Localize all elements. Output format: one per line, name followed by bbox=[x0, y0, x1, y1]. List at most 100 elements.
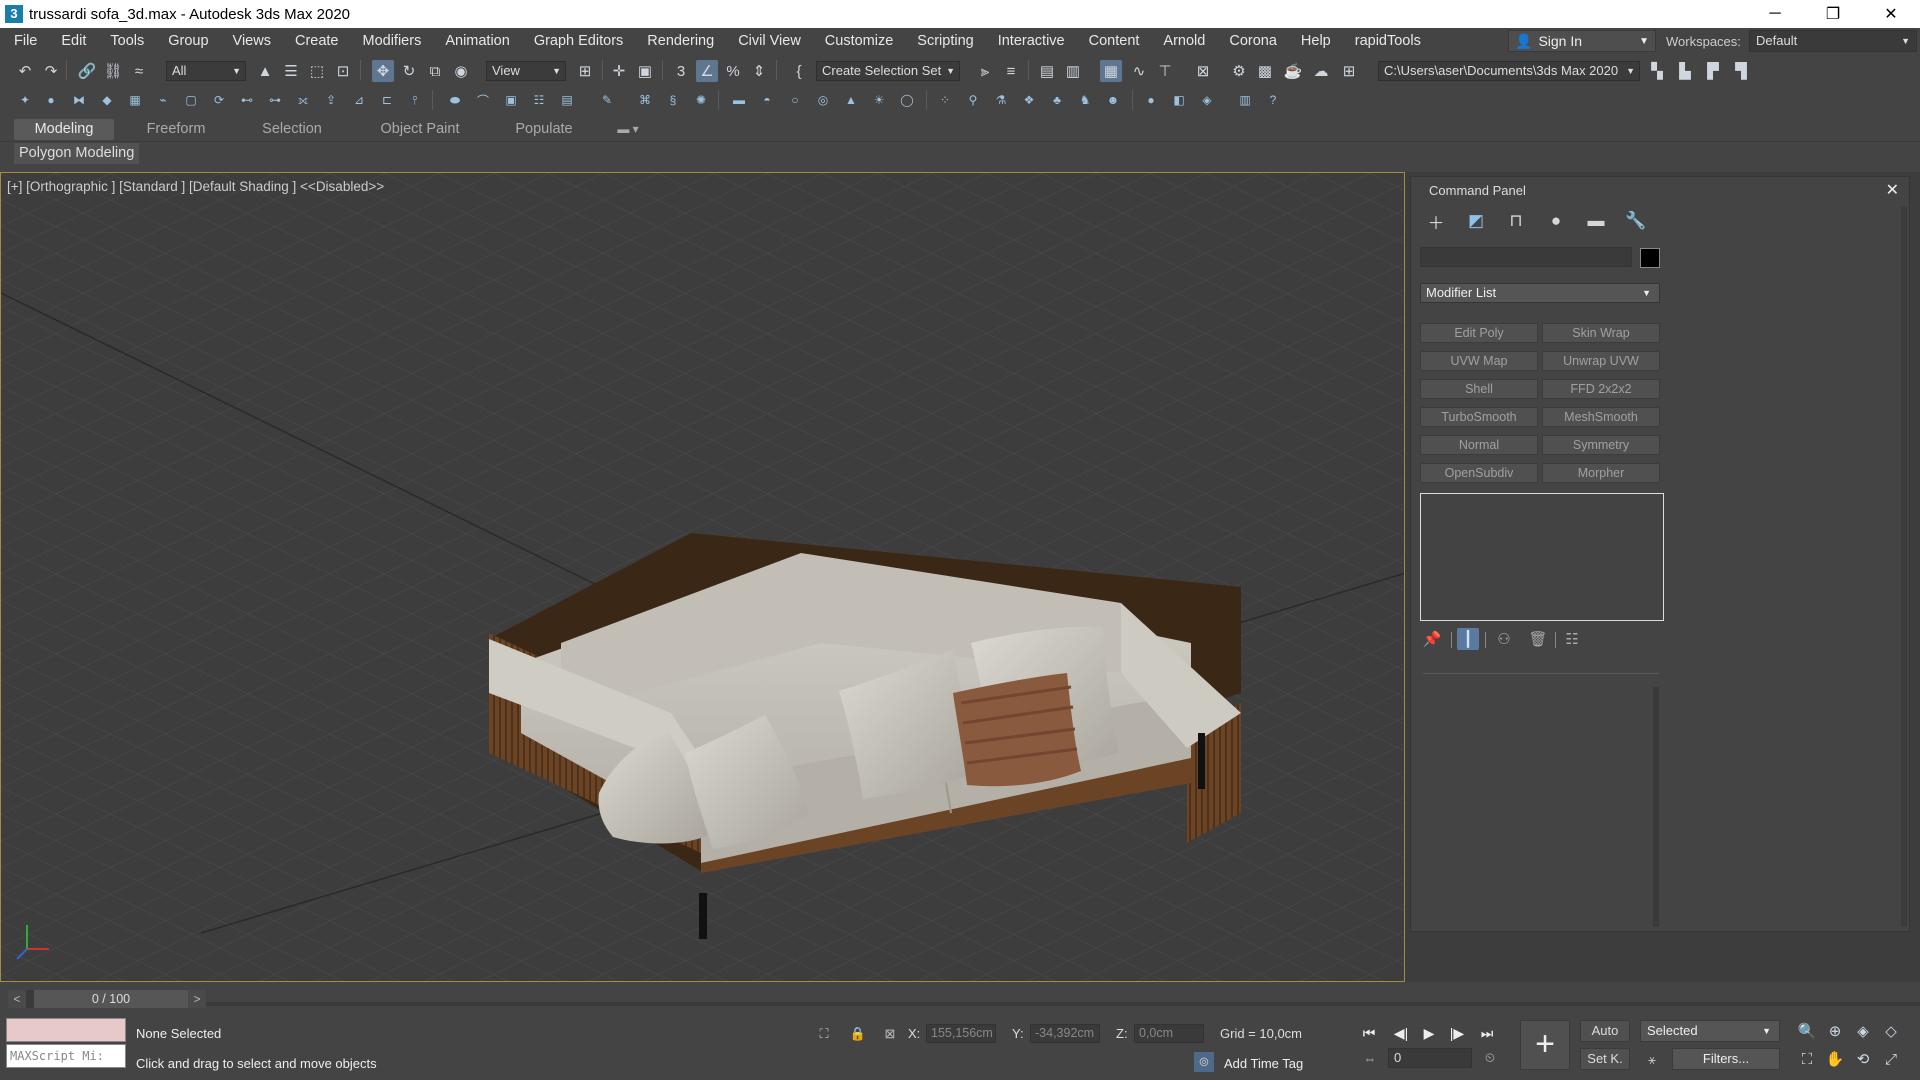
key-selection-dropdown[interactable]: Selected ▼ bbox=[1640, 1020, 1780, 1042]
sphere-icon[interactable]: ○ bbox=[784, 89, 806, 111]
render-cloud-icon[interactable]: ☁ bbox=[1310, 60, 1332, 82]
plant-icon[interactable]: ♣ bbox=[1046, 89, 1068, 111]
percent-snap-icon[interactable]: % bbox=[722, 60, 744, 82]
menu-corona[interactable]: Corona bbox=[1217, 28, 1289, 54]
scene-explorer-icon[interactable]: ▤ bbox=[1036, 60, 1058, 82]
zoom-all-icon[interactable]: ⊕ bbox=[1824, 1020, 1846, 1042]
connect-icon[interactable]: ⊷ bbox=[236, 89, 258, 111]
rotate-tool-icon[interactable]: ⟳ bbox=[208, 89, 230, 111]
display-tab-icon[interactable]: ▬ bbox=[1581, 209, 1611, 233]
show-end-result-icon[interactable]: ┃ bbox=[1457, 628, 1479, 650]
window-crossing-icon[interactable]: ⊡ bbox=[332, 60, 354, 82]
previous-frame-icon[interactable]: ◀︎| bbox=[1390, 1022, 1412, 1044]
chamfer-icon[interactable]: ⟗ bbox=[292, 89, 314, 111]
tab-populate[interactable]: Populate bbox=[496, 119, 592, 140]
extrude-icon[interactable]: ⇪ bbox=[320, 89, 342, 111]
character-icon[interactable]: ☻ bbox=[1102, 89, 1124, 111]
track-bar[interactable] bbox=[206, 1002, 1920, 1006]
menu-civil-view[interactable]: Civil View bbox=[726, 28, 813, 54]
set-key-button[interactable]: Set K. bbox=[1580, 1048, 1630, 1070]
spring-icon[interactable]: § bbox=[662, 89, 684, 111]
tab-modeling[interactable]: Modeling bbox=[14, 119, 114, 140]
element-icon[interactable]: ⌁ bbox=[152, 89, 174, 111]
bevel-icon[interactable]: ⊿ bbox=[348, 89, 370, 111]
weld-icon[interactable]: ⫯ bbox=[404, 89, 426, 111]
spinner-snap-icon[interactable]: ⇕ bbox=[748, 60, 770, 82]
select-manipulate-icon[interactable]: ✛ bbox=[608, 60, 630, 82]
pivot-center-icon[interactable]: ⊞ bbox=[574, 60, 596, 82]
helper-icon[interactable]: ⚗ bbox=[990, 89, 1012, 111]
reference-coordinate-dropdown[interactable]: View ▼ bbox=[486, 61, 566, 81]
render-shortcuts-icon[interactable]: ⊞ bbox=[1338, 60, 1360, 82]
menu-group[interactable]: Group bbox=[156, 28, 220, 54]
time-configuration-icon[interactable]: ⏲ bbox=[1480, 1048, 1500, 1068]
select-and-place-icon[interactable]: ◉ bbox=[450, 60, 472, 82]
particles-icon[interactable]: ⁘ bbox=[934, 89, 956, 111]
menu-interactive[interactable]: Interactive bbox=[986, 28, 1077, 54]
plane-icon[interactable]: ▬ bbox=[728, 89, 750, 111]
time-slider-handle[interactable]: 0 / 100 bbox=[34, 990, 188, 1008]
menu-content[interactable]: Content bbox=[1077, 28, 1152, 54]
mirror-icon[interactable]: ⫸ bbox=[974, 60, 996, 82]
panel-scrollbar[interactable] bbox=[1901, 207, 1907, 927]
set-project-icon[interactable]: ▙ bbox=[1674, 60, 1696, 82]
texture-icon[interactable]: ◧ bbox=[1168, 89, 1190, 111]
menu-edit[interactable]: Edit bbox=[49, 28, 98, 54]
modifier-button-uvw-map[interactable]: UVW Map bbox=[1420, 351, 1538, 371]
box-icon[interactable]: ▣ bbox=[500, 89, 522, 111]
close-button[interactable]: ✕ bbox=[1862, 0, 1920, 28]
modify-tab-icon[interactable]: ◩ bbox=[1461, 209, 1491, 233]
select-by-name-icon[interactable]: ☰ bbox=[280, 60, 302, 82]
menu-arnold[interactable]: Arnold bbox=[1151, 28, 1217, 54]
sign-in-dropdown[interactable]: 👤 Sign In ▼ bbox=[1508, 30, 1656, 52]
modifier-button-symmetry[interactable]: Symmetry bbox=[1542, 435, 1660, 455]
add-time-tag[interactable]: Add Time Tag bbox=[1224, 1056, 1303, 1071]
z-coordinate-field[interactable]: 0,0cm bbox=[1134, 1024, 1204, 1043]
default-tangent-icon[interactable]: ⚹ bbox=[1642, 1050, 1662, 1070]
x-coordinate-field[interactable]: 155,156cm bbox=[926, 1024, 996, 1043]
y-coordinate-field[interactable]: -34,392cm bbox=[1030, 1024, 1100, 1043]
viewport-label[interactable]: [+] [Orthographic ] [Standard ] [Default… bbox=[7, 179, 384, 194]
make-unique-icon[interactable]: ⚇ bbox=[1493, 628, 1515, 650]
layer-tool-icon[interactable]: ▥ bbox=[1234, 89, 1256, 111]
menu-rendering[interactable]: Rendering bbox=[635, 28, 726, 54]
schematic-view-icon[interactable]: ⊤ bbox=[1154, 60, 1176, 82]
modifier-button-turbosmooth[interactable]: TurboSmooth bbox=[1420, 407, 1538, 427]
utilities-tab-icon[interactable]: 🔧 bbox=[1621, 209, 1651, 233]
polygon-icon[interactable]: ▦ bbox=[124, 89, 146, 111]
link-icon[interactable]: 🔗 bbox=[76, 60, 98, 82]
layer-explorer-icon[interactable]: ▥ bbox=[1062, 60, 1084, 82]
maximize-viewport-icon[interactable]: ⤢ bbox=[1880, 1048, 1902, 1070]
sphere-half-icon[interactable]: ◓ bbox=[756, 89, 778, 111]
paint-tool-icon[interactable]: ✎ bbox=[596, 89, 618, 111]
keyboard-shortcut-override-icon[interactable]: ▣ bbox=[634, 60, 656, 82]
modifier-button-meshsmooth[interactable]: MeshSmooth bbox=[1542, 407, 1660, 427]
menu-customize[interactable]: Customize bbox=[813, 28, 906, 54]
open-project-icon[interactable]: ▛ bbox=[1702, 60, 1724, 82]
list-tool-icon[interactable]: ☷ bbox=[528, 89, 550, 111]
bridge-icon[interactable]: ⊶ bbox=[264, 89, 286, 111]
material-sphere-icon[interactable]: ● bbox=[1140, 89, 1162, 111]
loft-icon[interactable]: ⌒ bbox=[472, 89, 494, 111]
lock-selection-icon[interactable]: 🔒 bbox=[848, 1024, 868, 1044]
restore-button[interactable]: ❐ bbox=[1804, 0, 1862, 28]
key-mode-toggle-icon[interactable]: ⇔ bbox=[1360, 1048, 1380, 1068]
menu-animation[interactable]: Animation bbox=[433, 28, 521, 54]
bind-space-warp-icon[interactable]: ≈ bbox=[128, 60, 150, 82]
zoom-extents-icon[interactable]: ◈ bbox=[1852, 1020, 1874, 1042]
pin-stack-icon[interactable]: 📌 bbox=[1421, 628, 1443, 650]
ribbon-toggle-icon[interactable]: ▦ bbox=[1100, 60, 1122, 82]
set-keys-button[interactable]: + bbox=[1520, 1020, 1570, 1070]
constraint-icon[interactable]: ⚲ bbox=[962, 89, 984, 111]
close-icon[interactable]: ✕ bbox=[1886, 180, 1899, 200]
time-slider[interactable]: < 0 / 100 > bbox=[8, 990, 206, 1008]
menu-views[interactable]: Views bbox=[221, 28, 283, 54]
prev-frame-button[interactable]: < bbox=[8, 990, 26, 1008]
maxscript-listener-output[interactable] bbox=[6, 1018, 126, 1042]
menu-tools[interactable]: Tools bbox=[98, 28, 156, 54]
orbit-icon[interactable]: ⟲ bbox=[1852, 1048, 1874, 1070]
point-icon[interactable]: ● bbox=[40, 89, 62, 111]
maxscript-mini-listener[interactable]: MAXScript Mi: bbox=[6, 1044, 126, 1068]
tab-selection[interactable]: Selection bbox=[238, 119, 346, 140]
perspective-viewport[interactable]: [+] [Orthographic ] [Standard ] [Default… bbox=[0, 172, 1405, 982]
